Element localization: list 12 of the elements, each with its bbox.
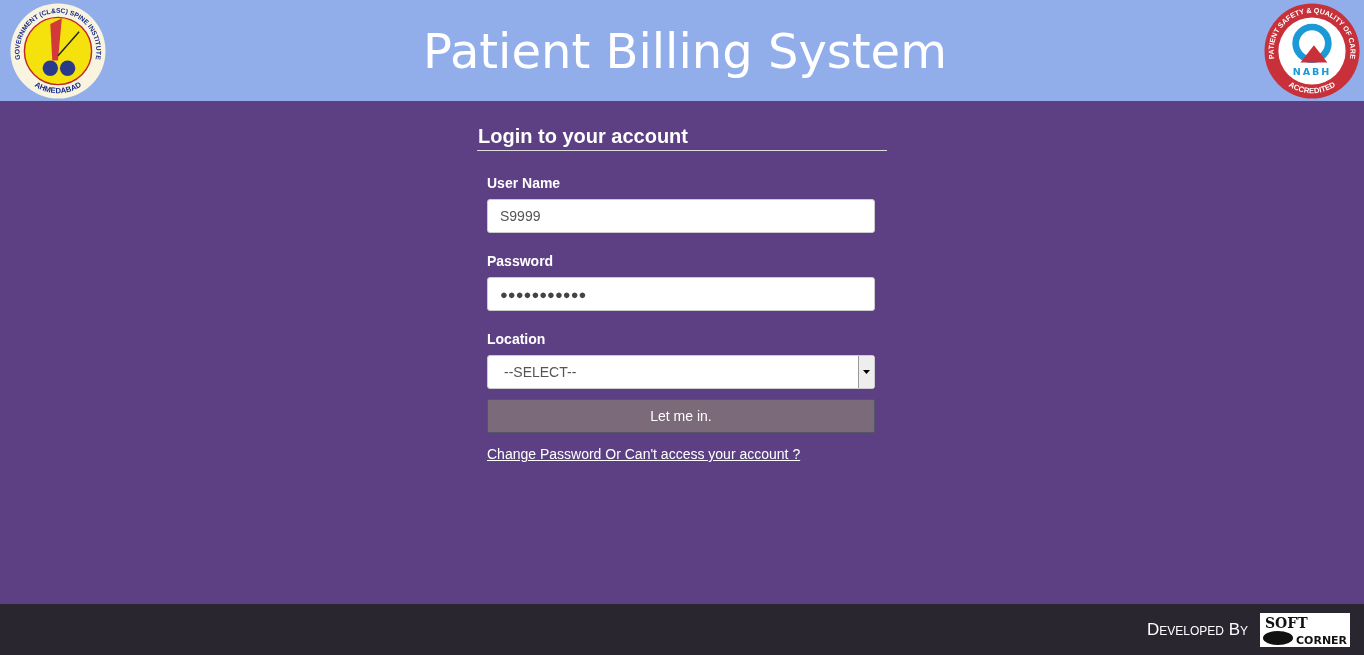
developer-logo: SOFT CORNER	[1260, 612, 1350, 647]
credit-text: Developed By	[1146, 619, 1248, 640]
field-label: Location	[487, 331, 547, 347]
page-title: Patient Billing System	[423, 22, 947, 79]
login-button[interactable]: Let me in.	[487, 399, 875, 433]
help-link[interactable]: Change Password Or Can't access your account ?	[487, 446, 801, 462]
form-heading: Login to your account	[477, 125, 887, 151]
field-label: Password	[487, 253, 555, 269]
password-field[interactable]: ●●●●●●●●●●●	[487, 277, 875, 311]
field-label: User Name	[487, 175, 562, 191]
location-dropdown[interactable]: --SELECT--	[487, 355, 875, 389]
username-field[interactable]: S9999	[487, 199, 875, 233]
